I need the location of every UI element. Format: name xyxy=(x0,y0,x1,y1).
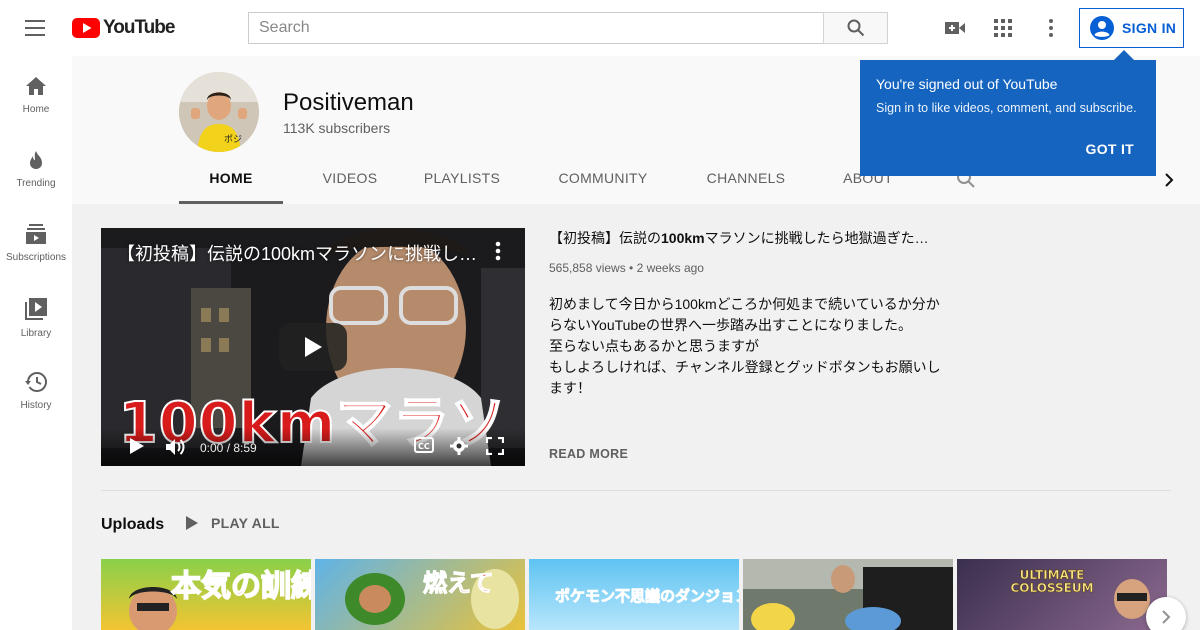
player-controls: 0:00 / 8:59 CC xyxy=(101,428,525,466)
sidebar-item-label: Library xyxy=(20,328,52,339)
apps-grid-icon[interactable] xyxy=(987,12,1019,44)
description-line: 至らない点もあるかと思うますが xyxy=(549,338,759,354)
account-circle-icon xyxy=(1090,16,1114,40)
upload-thumbnail[interactable]: ULTIMATE COLOSSEUM xyxy=(957,559,1167,630)
channel-avatar[interactable]: ポジ xyxy=(179,72,259,152)
guide-sidebar: Home Trending Subscriptions Library Hist… xyxy=(0,56,72,630)
title-suffix: マラソンに挑戦したら地獄過ぎた… xyxy=(704,230,929,246)
got-it-button[interactable]: GOT IT xyxy=(1086,141,1134,157)
upload-thumbnail[interactable] xyxy=(743,559,953,630)
svg-text:CC: CC xyxy=(418,442,430,451)
masthead: YouTube SIGN IN xyxy=(0,0,1200,56)
uploads-heading[interactable]: Uploads xyxy=(101,516,164,534)
play-all-button[interactable]: PLAY ALL xyxy=(185,515,280,531)
sidebar-item-subscriptions[interactable]: Subscriptions xyxy=(0,204,72,278)
play-icon[interactable] xyxy=(129,437,145,460)
featured-video-title[interactable]: 【初投稿】伝説の100kmマラソンに挑戦したら地獄過ぎた… xyxy=(549,228,949,248)
library-icon xyxy=(25,298,47,320)
description-line: もしよろしければ、チャンネル登録とグッドボタンもお願いし xyxy=(549,359,941,375)
tab-community[interactable]: COMMUNITY xyxy=(548,170,658,204)
youtube-logo-icon xyxy=(72,18,100,38)
volume-icon[interactable] xyxy=(165,437,187,462)
sign-in-button[interactable]: SIGN IN xyxy=(1079,8,1184,48)
featured-video-meta: 565,858 views • 2 weeks ago xyxy=(549,261,704,275)
title-prefix: 【初投稿】伝説の xyxy=(549,230,661,246)
channel-name: Positiveman xyxy=(283,89,414,116)
play-icon xyxy=(186,516,198,530)
search-icon xyxy=(847,19,864,37)
title-bold: 100km xyxy=(661,230,705,246)
fullscreen-icon[interactable] xyxy=(485,436,505,460)
search-input[interactable] xyxy=(249,13,824,43)
history-icon xyxy=(25,372,47,392)
shelf-next-arrow-icon[interactable] xyxy=(1146,597,1186,630)
tab-channels[interactable]: CHANNELS xyxy=(691,170,801,204)
featured-video-player[interactable]: 【初投稿】伝説の100kmマラソンに挑戦し… 100kmマラソン 0:00 / … xyxy=(101,228,525,466)
sidebar-item-label: Home xyxy=(22,104,50,115)
subscriptions-icon xyxy=(26,224,46,244)
sidebar-item-history[interactable]: History xyxy=(0,352,72,426)
tab-playlists[interactable]: PLAYLISTS xyxy=(407,170,517,204)
sidebar-item-library[interactable]: Library xyxy=(0,278,72,352)
settings-gear-icon[interactable] xyxy=(450,437,468,460)
thumbnail-text: ULTIMATE COLOSSEUM xyxy=(1010,568,1094,595)
upload-thumbnail[interactable]: 本気の訓練 xyxy=(101,559,311,630)
sidebar-item-home[interactable]: Home xyxy=(0,56,72,130)
logo-text: YouTube xyxy=(103,17,175,38)
sidebar-item-label: Trending xyxy=(16,178,56,189)
more-vert-icon[interactable] xyxy=(1035,12,1067,44)
time-display: 0:00 / 8:59 xyxy=(200,441,257,455)
create-video-icon[interactable] xyxy=(939,12,971,44)
upload-thumbnail[interactable]: 燃えて xyxy=(315,559,525,630)
signed-out-tooltip: You're signed out of YouTube Sign in to … xyxy=(860,50,1156,176)
flame-icon xyxy=(30,151,42,169)
youtube-logo[interactable]: YouTube xyxy=(72,17,175,39)
play-all-label: PLAY ALL xyxy=(211,515,280,531)
menu-icon[interactable] xyxy=(16,8,56,48)
search-field[interactable] xyxy=(248,12,824,44)
search-button[interactable] xyxy=(823,12,888,44)
sidebar-item-label: Subscriptions xyxy=(5,252,67,263)
svg-text:ポジ: ポジ xyxy=(224,134,242,145)
thumbnail-text: 本気の訓練 xyxy=(170,568,311,605)
player-title[interactable]: 【初投稿】伝説の100kmマラソンに挑戦し… xyxy=(117,240,477,266)
tabs-scroll-right-icon[interactable] xyxy=(1162,170,1176,195)
description-line: らないYouTubeの世界へ一歩踏み出すことになりました。 xyxy=(549,317,913,333)
play-icon xyxy=(305,337,322,357)
upload-thumbnail[interactable]: ポケモン不思議のダンジョン xyxy=(529,559,739,630)
tab-home[interactable]: HOME xyxy=(179,170,283,204)
big-play-button[interactable] xyxy=(279,323,347,371)
captions-icon[interactable]: CC xyxy=(414,437,434,458)
home-icon xyxy=(26,77,46,95)
read-more-link[interactable]: READ MORE xyxy=(549,447,628,461)
featured-video-description: 初めまして今日から100kmどころか何処まで続いているか分か らないYouTub… xyxy=(549,294,949,399)
subscriber-count: 113K subscribers xyxy=(283,120,391,136)
tooltip-body: Sign in to like videos, comment, and sub… xyxy=(876,101,1137,115)
description-line: 初めまして今日から100kmどころか何処まで続いているか分か xyxy=(549,296,940,312)
sign-in-label: SIGN IN xyxy=(1122,20,1177,36)
section-divider xyxy=(101,490,1171,491)
tab-videos[interactable]: VIDEOS xyxy=(295,170,405,204)
player-more-icon[interactable] xyxy=(495,241,501,266)
thumbnail-text: ポケモン不思議のダンジョン xyxy=(555,587,739,606)
sidebar-item-label: History xyxy=(20,400,52,411)
tooltip-title: You're signed out of YouTube xyxy=(876,76,1058,92)
thumbnail-text: 燃えて xyxy=(423,569,495,598)
description-line: ます！ xyxy=(549,380,591,396)
sidebar-item-trending[interactable]: Trending xyxy=(0,130,72,204)
